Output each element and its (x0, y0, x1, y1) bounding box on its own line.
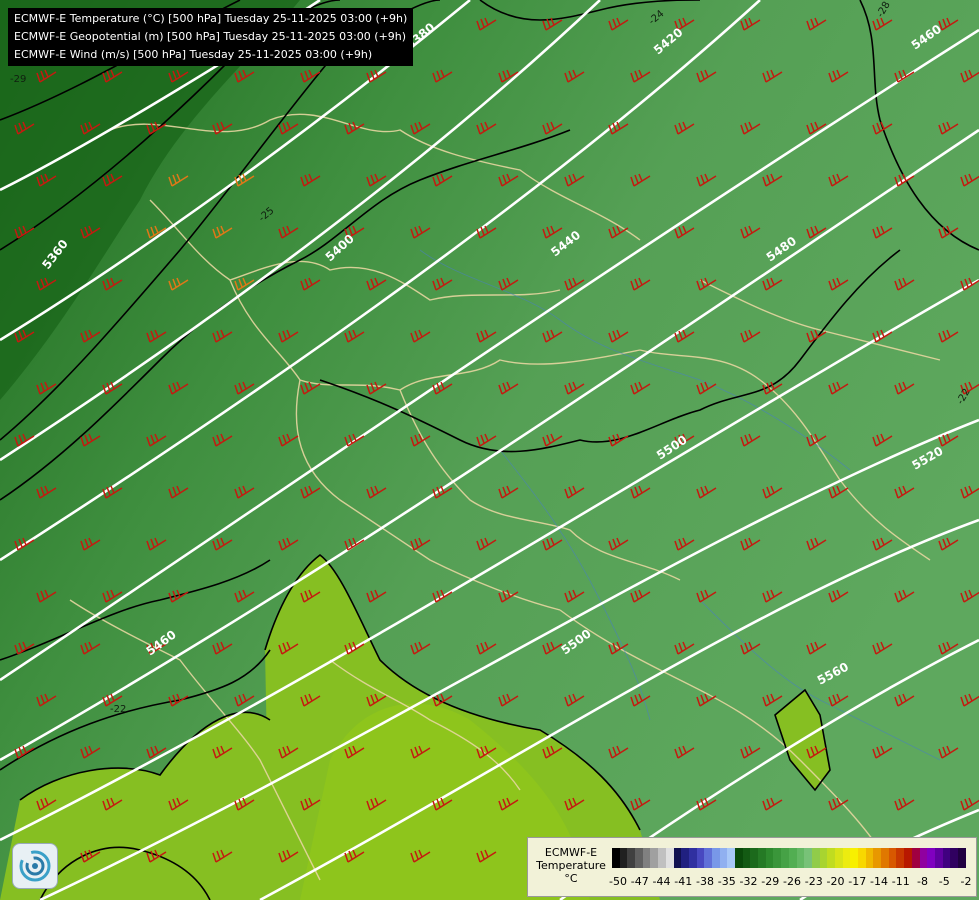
legend-swatch (719, 848, 728, 868)
legend-swatch (742, 848, 751, 868)
label-temp-22-west: -22 (110, 704, 126, 715)
legend-swatch (635, 848, 643, 868)
legend-swatch (811, 848, 820, 868)
legend-swatch (758, 848, 766, 868)
legend-tick-labels: -50 -47 -44 -41 -38 -35 -32 -29 -26 -23 -20 -17 -14-… (609, 875, 972, 889)
legend-tick-label: -35 (717, 875, 736, 888)
legend-tick-label: -32 (739, 875, 758, 888)
legend-swatch (681, 848, 689, 868)
info-line-temperature: ECMWF-E Temperature (°C) [500 hPa] Tuesd… (14, 12, 408, 25)
legend-swatch (911, 848, 920, 868)
legend-color-bar (612, 848, 966, 868)
legend-swatch (704, 848, 712, 868)
legend-swatch (627, 848, 636, 868)
info-line-wind: ECMWF-E Wind (m/s) [500 hPa] Tuesday 25-… (14, 48, 373, 61)
legend-tick-label: -5 (938, 875, 950, 888)
legend-tick-label: -11 (891, 875, 910, 888)
legend-tick-label: -17 (848, 875, 867, 888)
legend-swatch (865, 848, 874, 868)
legend-tick-label: -8 (917, 875, 928, 888)
legend-tick-label: -26 (783, 875, 801, 888)
legend-swatch (673, 848, 682, 868)
legend-swatch (735, 848, 743, 868)
legend-title-line2: Temperature (536, 859, 606, 872)
legend-tick-label: -44 (652, 875, 671, 888)
legend-swatch (619, 848, 628, 868)
legend-swatch (888, 848, 897, 868)
legend-tick-label: -47 (630, 875, 649, 888)
map-info-box: ECMWF-E Temperature (°C) [500 hPa] Tuesd… (8, 8, 414, 66)
legend-swatch (612, 848, 620, 868)
legend-tick-label: -23 (804, 875, 823, 888)
legend-swatch (688, 848, 697, 868)
legend-tick-label: -14 (870, 875, 888, 888)
legend-swatch (842, 848, 851, 868)
legend-swatch (858, 848, 866, 868)
legend-tick-label: -41 (674, 875, 693, 888)
legend-title-line1: ECMWF-E (544, 846, 598, 859)
legend-swatch (665, 848, 674, 868)
legend-swatch (827, 848, 835, 868)
legend-swatch (658, 848, 666, 868)
legend-swatch (934, 848, 943, 868)
legend-swatch (957, 848, 966, 868)
legend-swatch (927, 848, 935, 868)
legend-swatch (804, 848, 812, 868)
legend-tick-label: -2 (960, 875, 972, 888)
legend-swatch (773, 848, 782, 868)
legend-swatch (796, 848, 805, 868)
legend-swatch (942, 848, 951, 868)
legend-swatch (788, 848, 797, 868)
legend-swatch (696, 848, 705, 868)
legend-swatch (765, 848, 774, 868)
legend-swatch (919, 848, 928, 868)
info-line-geopotential: ECMWF-E Geopotential (m) [500 hPa] Tuesd… (14, 30, 407, 43)
temperature-legend: ECMWF-E Temperature °C -50 -47 -44 -41 -38 -3… (527, 837, 977, 897)
legend-swatch (750, 848, 759, 868)
legend-tick-label: -38 (696, 875, 714, 888)
label-temp-29: -29 (10, 74, 26, 85)
weather-map: 5360 5380 5400 5420 5440 5460 5460 5480 … (0, 0, 979, 900)
legend-swatch (834, 848, 843, 868)
legend-swatch (896, 848, 905, 868)
legend-swatch (781, 848, 789, 868)
legend-swatch (904, 848, 912, 868)
legend-tick-label: -50 (609, 875, 627, 888)
legend-unit: °C (564, 872, 578, 885)
legend-swatch (881, 848, 889, 868)
legend-swatch (727, 848, 735, 868)
legend-swatch (650, 848, 659, 868)
legend-swatch (819, 848, 828, 868)
ecmwf-swirl-logo-icon (12, 843, 58, 889)
legend-tick-label: -29 (761, 875, 780, 888)
legend-swatch (711, 848, 720, 868)
legend-swatch (950, 848, 958, 868)
legend-swatch (642, 848, 651, 868)
legend-tick-label: -20 (826, 875, 845, 888)
legend-swatch (873, 848, 882, 868)
legend-title: ECMWF-E Temperature °C (530, 846, 612, 885)
legend-swatch (850, 848, 858, 868)
